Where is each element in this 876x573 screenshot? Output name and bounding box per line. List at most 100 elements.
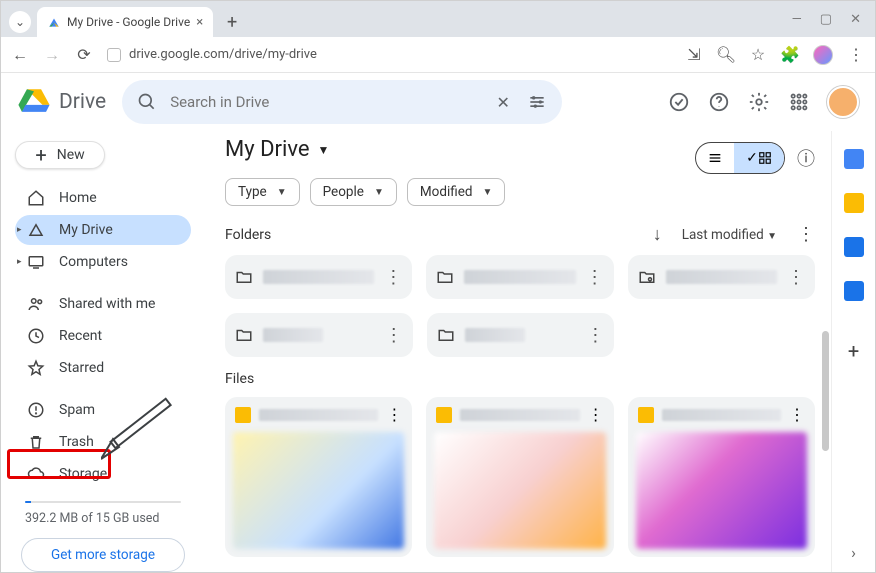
settings-gear-icon[interactable] [747, 90, 771, 114]
apps-grid-icon[interactable] [787, 90, 811, 114]
offline-ready-icon[interactable] [667, 90, 691, 114]
view-toggle[interactable]: ✓ [695, 142, 785, 174]
folder-icon [436, 268, 454, 286]
file-card[interactable]: ⋮ [628, 397, 815, 557]
search-input[interactable] [170, 93, 480, 111]
sidebar-item-home[interactable]: Home [15, 183, 191, 213]
zoom-icon[interactable]: 🔍︎ [717, 46, 735, 64]
nav-reload-button[interactable]: ⟳ [75, 46, 93, 64]
window-maximize-icon[interactable]: ▢ [820, 12, 832, 27]
scrollbar-thumb[interactable] [822, 331, 829, 451]
calendar-addon-icon[interactable] [844, 149, 864, 169]
details-info-icon[interactable]: ⓘ [797, 145, 815, 171]
sidebar-item-trash[interactable]: Trash [15, 427, 191, 457]
tab-search-button[interactable]: ⌄ [9, 11, 31, 33]
section-more-icon[interactable]: ⋮ [797, 224, 815, 245]
sort-direction-icon[interactable]: ↓ [653, 224, 662, 245]
sidebar-item-computers[interactable]: ▸ Computers [15, 247, 191, 277]
search-bar[interactable]: ✕ [122, 80, 562, 124]
sidebar-item-label: Storage [59, 466, 107, 482]
drive-logo[interactable]: Drive [17, 85, 106, 119]
url-input[interactable]: drive.google.com/drive/my-drive [107, 47, 671, 62]
sidebar-item-starred[interactable]: Starred [15, 353, 191, 383]
plus-icon: + [35, 143, 46, 167]
sidebar-item-label: My Drive [59, 222, 113, 238]
file-thumbnail [233, 432, 404, 549]
chevron-down-icon: ▼ [374, 187, 384, 198]
file-name-redacted [662, 409, 781, 421]
item-more-icon[interactable]: ⋮ [789, 405, 805, 424]
item-more-icon[interactable]: ⋮ [385, 325, 403, 346]
file-card[interactable]: ⋮ [426, 397, 613, 557]
main-content: My Drive ▼ ✓ ⓘ Type ▼ People▼ Modified▼ F… [201, 131, 831, 572]
collapse-sidepanel-icon[interactable]: › [851, 543, 856, 562]
contacts-addon-icon[interactable] [844, 281, 864, 301]
extensions-icon[interactable]: 🧩 [781, 46, 799, 64]
file-name-redacted [259, 409, 378, 421]
search-clear-icon[interactable]: ✕ [492, 91, 514, 113]
filter-chip-people[interactable]: People▼ [310, 178, 397, 206]
file-thumbnail [434, 432, 605, 549]
app-header: Drive ✕ [1, 73, 875, 131]
chrome-menu-icon[interactable]: ⋮ [847, 46, 865, 64]
item-more-icon[interactable]: ⋮ [384, 267, 402, 288]
sidebar-item-recent[interactable]: Recent [15, 321, 191, 351]
chip-label: Type [238, 184, 267, 200]
item-more-icon[interactable]: ⋮ [787, 267, 805, 288]
tab-close-icon[interactable]: × [196, 15, 203, 30]
folder-card[interactable]: ⋮ [426, 255, 613, 299]
browser-tab-active[interactable]: My Drive - Google Drive × [37, 7, 213, 37]
help-icon[interactable] [707, 90, 731, 114]
item-more-icon[interactable]: ⋮ [586, 325, 604, 346]
sidebar-item-my-drive[interactable]: ▸ My Drive [15, 215, 191, 245]
chrome-profile-avatar[interactable] [813, 45, 833, 65]
nav-back-button[interactable]: ← [11, 46, 29, 64]
expand-caret-icon[interactable]: ▸ [17, 257, 22, 267]
list-view-button[interactable] [696, 143, 734, 173]
shared-icon [27, 295, 45, 313]
item-more-icon[interactable]: ⋮ [586, 267, 604, 288]
new-button-label: New [57, 147, 85, 163]
search-icon[interactable] [136, 91, 158, 113]
sidebar-item-shared[interactable]: Shared with me [15, 289, 191, 319]
files-section-label: Files [225, 371, 254, 387]
search-options-icon[interactable] [526, 91, 548, 113]
expand-caret-icon[interactable]: ▸ [17, 225, 22, 235]
get-storage-button[interactable]: Get more storage [21, 538, 185, 572]
folder-icon [437, 326, 455, 344]
filter-chip-modified[interactable]: Modified▼ [407, 178, 506, 206]
sort-dropdown[interactable]: Last modified ▼ [682, 227, 777, 243]
folder-card[interactable]: ⋮ [427, 313, 615, 357]
sidebar-item-storage[interactable]: Storage [15, 459, 191, 489]
window-minimize-icon[interactable]: — [792, 12, 802, 27]
sidebar-item-label: Recent [59, 328, 102, 344]
storage-usage-text: 392.2 MB of 15 GB used [25, 511, 181, 526]
window-close-icon[interactable]: ✕ [850, 12, 861, 27]
folder-card[interactable]: ⋮ [225, 255, 412, 299]
new-button[interactable]: + New [15, 141, 105, 169]
page-title-dropdown[interactable]: My Drive ▼ [225, 137, 329, 162]
tasks-addon-icon[interactable] [844, 237, 864, 257]
folder-name-redacted [465, 328, 525, 342]
storage-usage-bar [25, 501, 181, 503]
get-addons-icon[interactable]: + [848, 339, 859, 363]
item-more-icon[interactable]: ⋮ [588, 405, 604, 424]
sidebar-item-spam[interactable]: Spam [15, 395, 191, 425]
folder-name-redacted [464, 270, 575, 284]
folder-card[interactable]: ⋮ [225, 313, 413, 357]
sidebar-item-label: Shared with me [59, 296, 155, 312]
new-tab-button[interactable]: + [219, 9, 245, 35]
nav-forward-button[interactable]: → [43, 46, 61, 64]
keep-addon-icon[interactable] [844, 193, 864, 213]
file-card[interactable]: ⋮ [225, 397, 412, 557]
bookmark-icon[interactable]: ☆ [749, 46, 767, 64]
grid-view-button[interactable]: ✓ [734, 143, 784, 173]
install-app-icon[interactable]: ⇲ [685, 46, 703, 64]
site-info-icon[interactable] [107, 48, 121, 62]
sidebar-item-label: Trash [59, 434, 94, 450]
item-more-icon[interactable]: ⋮ [386, 405, 402, 424]
filter-chip-type[interactable]: Type ▼ [225, 178, 300, 206]
folder-card[interactable]: ⋮ [628, 255, 815, 299]
account-avatar[interactable] [827, 86, 859, 118]
chevron-down-icon: ▼ [277, 187, 287, 198]
